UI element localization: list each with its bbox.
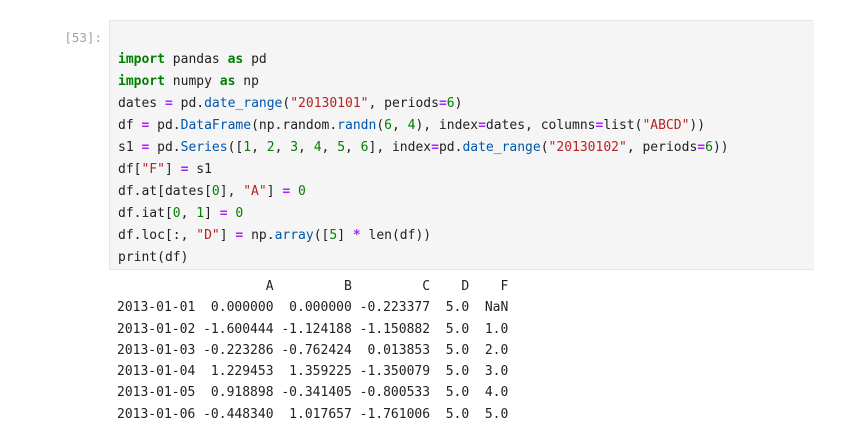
cell-output: A B C D F 2013-01-01 0.000000 0.000000 -… <box>117 276 508 425</box>
code-line[interactable]: dates = pd.date_range("20130101", period… <box>118 96 462 111</box>
output-row: 2013-01-01 0.000000 0.000000 -0.223377 5… <box>117 300 509 316</box>
code-line[interactable]: df.iat[0, 1] = 0 <box>118 206 243 221</box>
code-cell[interactable]: import pandas as pd import numpy as np d… <box>109 20 814 270</box>
output-header: A B C D F <box>117 279 509 294</box>
code-editor[interactable]: import pandas as pd import numpy as np d… <box>118 49 729 269</box>
cell-prompt: [53]: <box>64 30 102 45</box>
output-row: 2013-01-03 -0.223286 -0.762424 0.013853 … <box>117 342 509 358</box>
output-row: 2013-01-06 -0.448340 1.017657 -1.761006 … <box>117 406 509 422</box>
code-line[interactable]: df.at[dates[0], "A"] = 0 <box>118 184 306 199</box>
code-line[interactable]: import pandas as pd <box>118 52 267 67</box>
output-row: 2013-01-04 1.229453 1.359225 -1.350079 5… <box>117 364 509 380</box>
output-row: 2013-01-02 -1.600444 -1.124188 -1.150882… <box>117 321 509 337</box>
output-row: 2013-01-05 0.918898 -0.341405 -0.800533 … <box>117 385 509 401</box>
code-line[interactable]: s1 = pd.Series([1, 2, 3, 4, 5, 6], index… <box>118 140 729 155</box>
code-line[interactable]: import numpy as np <box>118 74 259 89</box>
code-line[interactable]: df = pd.DataFrame(np.random.randn(6, 4),… <box>118 118 705 133</box>
code-line[interactable]: df.loc[:, "D"] = np.array([5] * len(df)) <box>118 228 431 243</box>
code-line[interactable]: print(df) <box>118 250 188 265</box>
code-line[interactable]: df["F"] = s1 <box>118 162 212 177</box>
notebook: [53]: import pandas as pd import numpy a… <box>0 0 860 448</box>
